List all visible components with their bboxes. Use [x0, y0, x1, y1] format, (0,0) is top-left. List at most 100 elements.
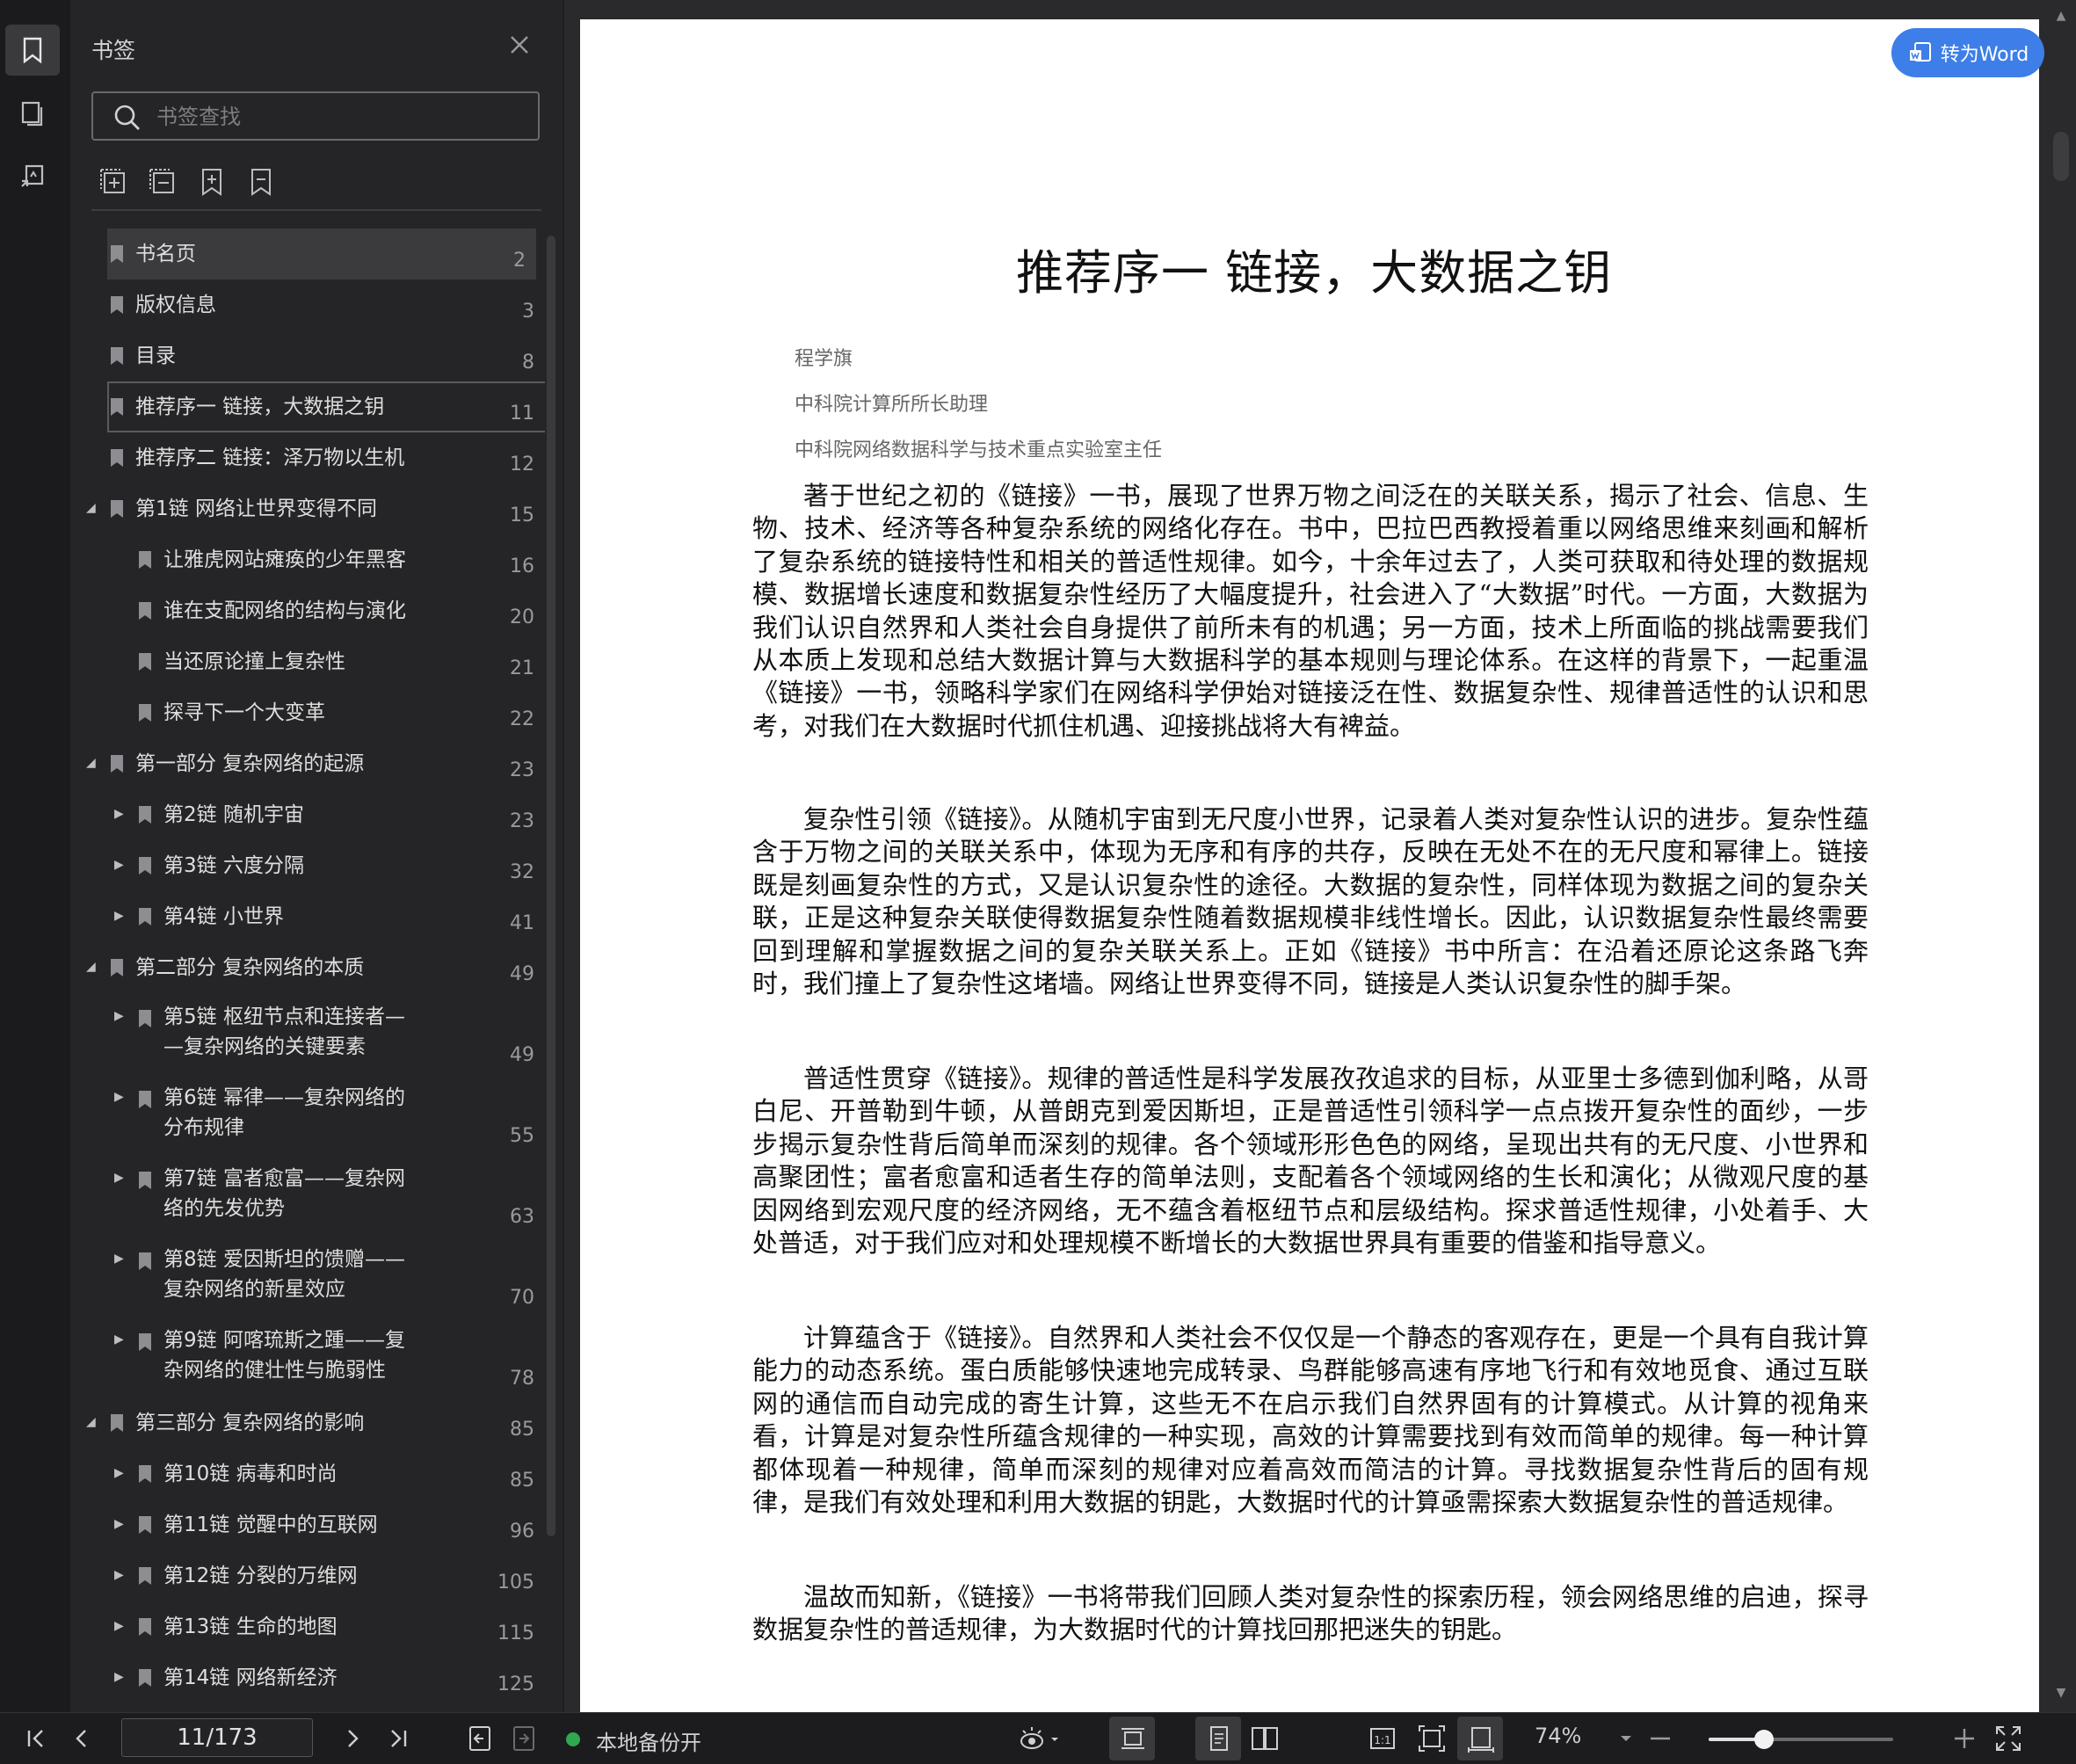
tree-collapsed-icon[interactable]: ▶ — [114, 1009, 128, 1023]
previous-page-button[interactable] — [67, 1724, 97, 1753]
bookmark-label: 第7链 富者愈富——复杂网 络的先发优势 — [163, 1167, 405, 1220]
backup-status-text[interactable]: 本地备份开 — [596, 1725, 701, 1756]
bookmark-item[interactable]: 推荐序二 链接：泽万物以生机 12 — [70, 432, 545, 483]
bookmark-search-input[interactable] — [155, 100, 527, 134]
tree-collapsed-icon[interactable]: ▶ — [114, 1619, 128, 1633]
bookmark-item[interactable]: ▶ 第10链 病毒和时尚 85 — [70, 1448, 545, 1499]
tree-expanded-icon[interactable]: ◢ — [86, 1415, 100, 1429]
document-scrollbar-thumb[interactable] — [2053, 132, 2069, 181]
bookmark-item[interactable]: ▶ 第12链 分裂的万维网 105 — [70, 1550, 545, 1601]
single-page-button[interactable] — [1204, 1724, 1234, 1753]
tree-collapsed-icon[interactable]: ▶ — [114, 807, 128, 821]
scroll-up-arrow[interactable]: ▲ — [2053, 9, 2069, 25]
next-page-button[interactable] — [338, 1724, 367, 1753]
bookmark-label: 第3链 六度分隔 — [163, 854, 304, 877]
fit-page-button[interactable] — [1417, 1724, 1447, 1753]
bookmark-page-number: 16 — [510, 555, 534, 577]
eye-care-mode-button[interactable] — [1018, 1724, 1062, 1753]
bookmark-label: 第5链 枢纽节点和连接者— —复杂网络的关键要素 — [163, 1005, 405, 1058]
continuous-scroll-button[interactable] — [1118, 1724, 1148, 1753]
bookmark-panel-button[interactable] — [5, 25, 60, 76]
tree-collapsed-icon[interactable]: ▶ — [114, 1090, 128, 1104]
bookmark-icon — [137, 1515, 153, 1535]
tree-collapsed-icon[interactable]: ▶ — [114, 1252, 128, 1266]
bookmark-label: 推荐序一 链接，大数据之钥 — [135, 396, 385, 418]
bookmark-icon — [137, 1617, 153, 1637]
bookmark-label: 书名页 — [135, 243, 196, 265]
bookmark-item[interactable]: ▶ 第14链 网络新经济 125 — [70, 1652, 545, 1703]
bookmark-page-number: 3 — [522, 301, 534, 323]
bookmark-item[interactable]: 目录 8 — [70, 330, 545, 381]
bookmark-item[interactable]: 让雅虎网站瘫痪的少年黑客 16 — [70, 534, 545, 585]
zoom-level[interactable]: 74% — [1535, 1724, 1581, 1748]
bookmark-page-number: 23 — [510, 759, 534, 781]
bookmark-item[interactable]: ▶ 第8链 爱因斯坦的馈赠—— 复杂网络的新星效应 70 — [70, 1236, 545, 1317]
bookmark-page-number: 49 — [510, 1044, 534, 1066]
bookmark-icon — [109, 1413, 125, 1433]
tree-expanded-icon[interactable]: ◢ — [86, 501, 100, 515]
author-position-1: 中科院计算所所长助理 — [795, 394, 989, 416]
bookmark-item[interactable]: ◢ 第三部分 复杂网络的影响 85 — [70, 1397, 545, 1448]
fullscreen-button[interactable] — [1993, 1724, 2023, 1753]
zoom-dropdown-button[interactable] — [1617, 1724, 1635, 1753]
collapse-all-button[interactable] — [148, 167, 179, 199]
zoom-in-button[interactable] — [1949, 1724, 1979, 1753]
zoom-slider[interactable] — [1709, 1730, 1893, 1749]
collapse-all-icon — [149, 169, 174, 193]
bookmark-item[interactable]: ◢ 第一部分 复杂网络的起源 23 — [70, 738, 545, 789]
bookmark-item[interactable]: ▶ 第7链 富者愈富——复杂网 络的先发优势 63 — [70, 1155, 545, 1236]
bookmark-item[interactable]: 书名页 2 — [107, 229, 536, 279]
back-view-button[interactable] — [466, 1724, 496, 1753]
expand-all-button[interactable] — [98, 167, 130, 199]
close-panel-button[interactable] — [504, 30, 534, 60]
tree-collapsed-icon[interactable]: ▶ — [114, 909, 128, 923]
tree-collapsed-icon[interactable]: ▶ — [114, 1466, 128, 1480]
page-number-input[interactable] — [121, 1718, 313, 1757]
bookmark-label: 第6链 幂律——复杂网络的 分布规律 — [163, 1086, 405, 1139]
bookmark-item[interactable]: ◢ 第1链 网络让世界变得不同 15 — [70, 483, 545, 534]
forward-view-button[interactable] — [510, 1724, 540, 1753]
fit-width-button[interactable] — [1466, 1724, 1496, 1753]
tree-expanded-icon[interactable]: ◢ — [86, 756, 100, 770]
bookmark-item[interactable]: ▶ 第6链 幂律——复杂网络的 分布规律 55 — [70, 1074, 545, 1155]
thumbnail-panel-button[interactable] — [5, 88, 60, 139]
bookmark-item[interactable]: ▶ 第13链 生命的地图 115 — [70, 1601, 545, 1652]
bookmark-icon — [137, 1566, 153, 1586]
bookmark-item[interactable]: 推荐序一 链接，大数据之钥 11 — [70, 381, 545, 432]
bookmark-item[interactable]: 谁在支配网络的结构与演化 20 — [70, 585, 545, 636]
backup-status-icon — [566, 1732, 580, 1746]
continuous-scroll-icon — [1121, 1728, 1144, 1749]
tree-collapsed-icon[interactable]: ▶ — [114, 1670, 128, 1684]
scroll-down-arrow[interactable]: ▼ — [2053, 1686, 2069, 1702]
add-bookmark-button[interactable] — [197, 167, 229, 199]
tree-collapsed-icon[interactable]: ▶ — [114, 1517, 128, 1531]
bookmark-item[interactable]: 探寻下一个大变革 22 — [70, 687, 545, 738]
annotation-panel-button[interactable] — [5, 151, 60, 202]
actual-size-button[interactable]: 1:1 — [1368, 1724, 1397, 1753]
bookmark-search-box — [91, 91, 540, 141]
last-page-button[interactable] — [383, 1724, 413, 1753]
bookmark-page-number: 11 — [510, 403, 534, 425]
bookmark-item[interactable]: ▶ 第5链 枢纽节点和连接者— —复杂网络的关键要素 49 — [70, 993, 545, 1074]
first-page-button[interactable] — [21, 1724, 51, 1753]
zoom-out-button[interactable] — [1645, 1724, 1675, 1753]
bookmark-list-scrollbar[interactable] — [547, 236, 555, 1536]
bookmark-item[interactable]: ▶ 第2链 随机宇宙 23 — [70, 789, 545, 840]
tree-collapsed-icon[interactable]: ▶ — [114, 858, 128, 872]
bookmark-item[interactable]: ▶ 第9链 阿喀琉斯之踵——复 杂网络的健壮性与脆弱性 78 — [70, 1317, 545, 1397]
bookmark-label: 第14链 网络新经济 — [163, 1666, 338, 1689]
two-page-button[interactable] — [1250, 1724, 1280, 1753]
bookmark-item[interactable]: ▶ 第4链 小世界 41 — [70, 891, 545, 942]
bookmark-item[interactable]: ◢ 第二部分 复杂网络的本质 49 — [70, 942, 545, 993]
tree-collapsed-icon[interactable]: ▶ — [114, 1568, 128, 1582]
remove-bookmark-button[interactable] — [246, 167, 278, 199]
tree-expanded-icon[interactable]: ◢ — [86, 960, 100, 974]
bookmark-item[interactable]: 版权信息 3 — [70, 279, 545, 330]
convert-to-word-button[interactable]: 转为Word — [1891, 28, 2044, 77]
tree-collapsed-icon[interactable]: ▶ — [114, 1332, 128, 1347]
bookmark-item[interactable]: ▶ 第11链 觉醒中的互联网 96 — [70, 1499, 545, 1550]
zoom-slider-handle[interactable] — [1754, 1730, 1774, 1749]
bookmark-item[interactable]: 当还原论撞上复杂性 21 — [70, 636, 545, 687]
tree-collapsed-icon[interactable]: ▶ — [114, 1171, 128, 1185]
bookmark-item[interactable]: ▶ 第3链 六度分隔 32 — [70, 840, 545, 891]
